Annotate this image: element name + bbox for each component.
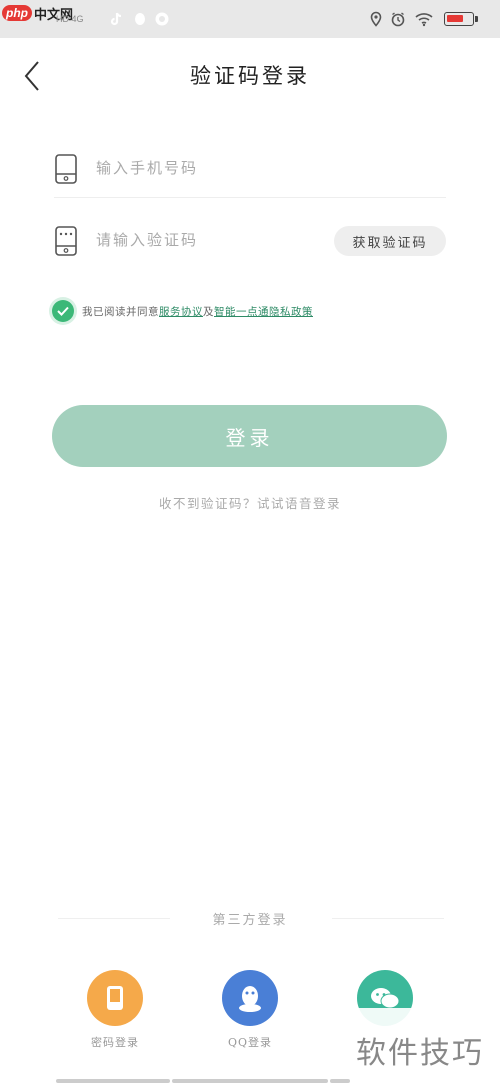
get-code-button[interactable]: 获取验证码 bbox=[334, 226, 446, 256]
phone-icon bbox=[55, 154, 77, 184]
battery-icon bbox=[444, 12, 474, 26]
logo-php: php bbox=[2, 5, 32, 21]
agreement-checkbox[interactable] bbox=[52, 300, 74, 322]
verification-code-icon bbox=[55, 226, 77, 256]
location-icon bbox=[370, 11, 382, 27]
password-login-button[interactable] bbox=[87, 970, 143, 1026]
wifi-icon bbox=[415, 13, 433, 27]
service-agreement-link[interactable]: 服务协议 bbox=[159, 306, 203, 318]
agreement: 我已阅读并同意服务协议及智能一点通隐私政策 bbox=[52, 298, 472, 324]
tiktok-icon bbox=[110, 12, 122, 26]
third-party-title: 第三方登录 bbox=[212, 913, 288, 928]
qq-penguin-icon bbox=[239, 986, 261, 1012]
agreement-prefix: 我已阅读并同意 bbox=[82, 305, 159, 318]
agreement-middle: 及 bbox=[203, 305, 214, 318]
agreement-text: 我已阅读并同意服务协议及智能一点通隐私政策 bbox=[82, 304, 313, 319]
status-bar: php 中文网 HD 4G bbox=[0, 0, 500, 38]
chat-status-icon bbox=[155, 12, 169, 26]
voice-login-link[interactable]: 收不到验证码？试试语音登录 bbox=[0, 493, 500, 512]
phone-input[interactable] bbox=[96, 154, 346, 182]
network-indicator: HD 4G bbox=[56, 14, 84, 24]
qq-login-label: QQ登录 bbox=[227, 1036, 273, 1049]
alarm-icon bbox=[391, 12, 405, 27]
nav-strip-left bbox=[56, 1079, 170, 1083]
page-title: 验证码登录 bbox=[190, 64, 310, 88]
privacy-policy-link[interactable]: 智能一点通隐私政策 bbox=[214, 306, 313, 318]
nav-strip-center bbox=[172, 1079, 328, 1083]
code-input[interactable] bbox=[96, 226, 346, 254]
qq-status-icon bbox=[135, 13, 145, 25]
phone-row bbox=[54, 138, 446, 198]
battery-cap bbox=[475, 16, 478, 22]
nav-strip-right bbox=[330, 1079, 350, 1083]
checkmark-icon bbox=[57, 306, 69, 316]
login-button[interactable]: 登录 bbox=[52, 405, 447, 467]
watermark-text: 软件技巧 bbox=[356, 1036, 484, 1071]
qq-login-button[interactable] bbox=[222, 970, 278, 1026]
password-login-label: 密码登录 bbox=[91, 1036, 139, 1049]
code-row: 获取验证码 bbox=[54, 210, 446, 270]
phone-icon bbox=[107, 986, 123, 1010]
